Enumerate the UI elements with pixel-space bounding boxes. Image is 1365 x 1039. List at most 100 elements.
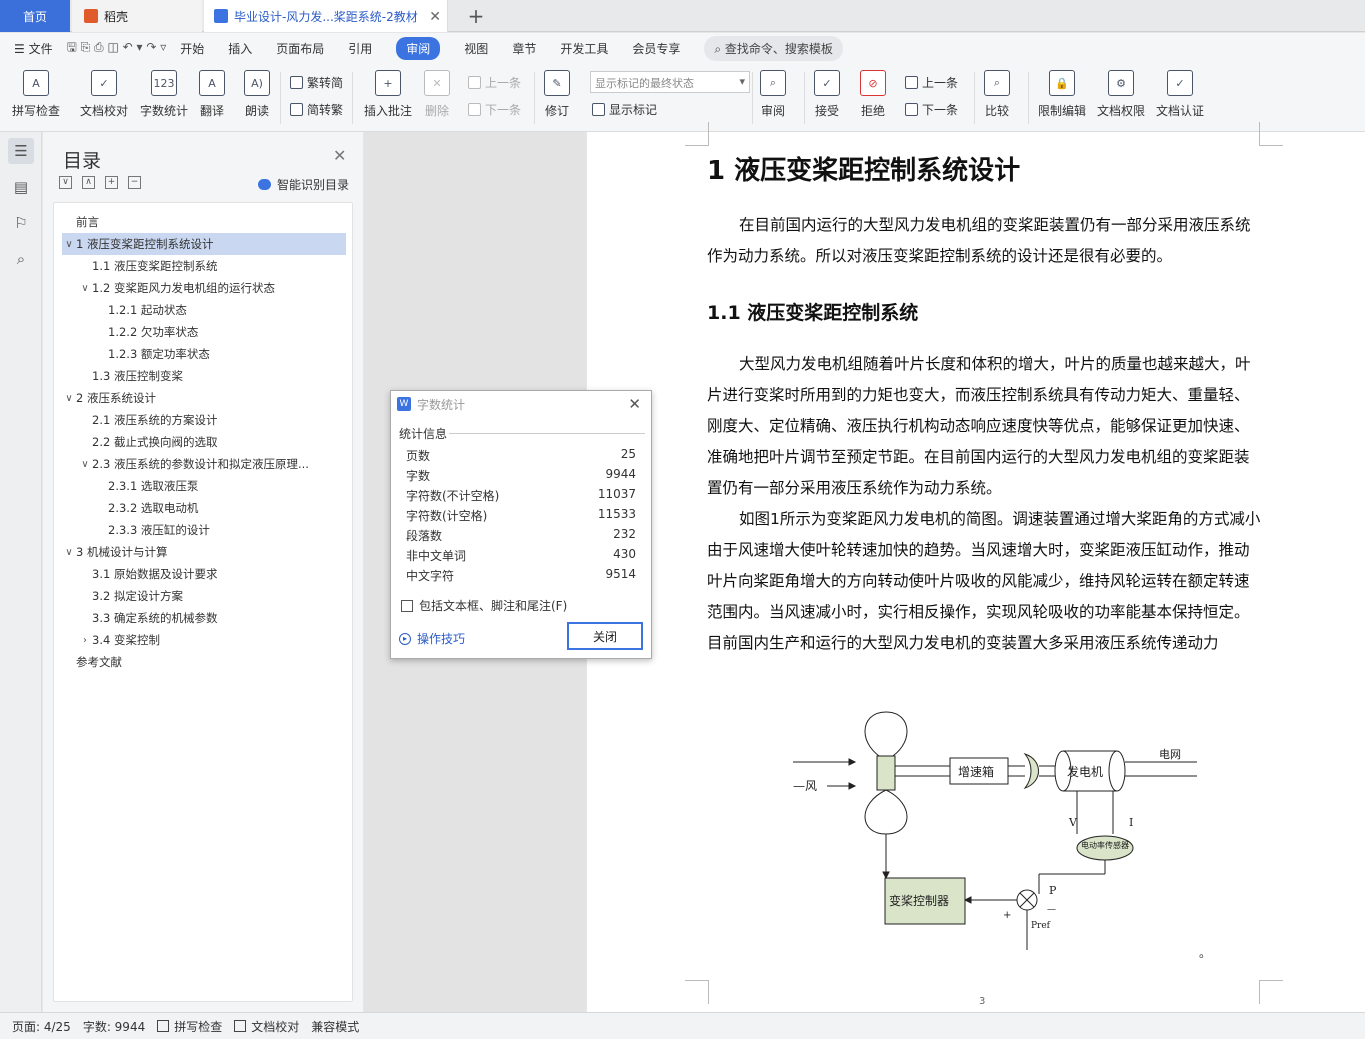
toc-item[interactable]: ∨ 3 机械设计与计算 bbox=[62, 541, 346, 563]
trad-to-simp-button[interactable]: 繁转简 bbox=[290, 74, 343, 91]
ribbon-separator bbox=[352, 72, 353, 124]
menu-review[interactable]: 审阅 bbox=[396, 37, 441, 60]
toc-item-label: 1 液压变桨距控制系统设计 bbox=[76, 237, 214, 251]
toc-item[interactable]: ∨ 1.2 变桨距风力发电机组的运行状态 bbox=[62, 277, 346, 299]
quick-access-toolbar[interactable]: 🖫 ⎘ ⎙ ◫ ↶ ▾ ↷ ▿ bbox=[67, 38, 167, 59]
p-label: P bbox=[1049, 884, 1057, 897]
read-aloud-icon: A) bbox=[244, 70, 270, 96]
mark-state-select[interactable]: 显示标记的最终状态 bbox=[590, 71, 750, 93]
chevron-icon[interactable]: ∨ bbox=[62, 239, 76, 250]
chevron-icon[interactable]: ∨ bbox=[78, 283, 92, 294]
close-icon[interactable]: ✕ bbox=[333, 146, 346, 165]
toc-item[interactable]: 1.2.2 欠功率状态 bbox=[62, 321, 346, 343]
delete-comment-button[interactable]: ✕ 删除 bbox=[424, 70, 450, 119]
toc-item[interactable]: 2.1 液压系统的方案设计 bbox=[62, 409, 346, 431]
toc-item[interactable]: ∨ 2.3 液压系统的参数设计和拟定液压原理... bbox=[62, 453, 346, 475]
toc-item[interactable]: 1.1 液压变桨距控制系统 bbox=[62, 255, 346, 277]
toc-item[interactable]: 1.2.1 起动状态 bbox=[62, 299, 346, 321]
page-corner-mark bbox=[685, 980, 709, 1004]
simp-to-trad-button[interactable]: 简转繁 bbox=[290, 101, 343, 118]
chevron-icon[interactable]: ∨ bbox=[78, 459, 92, 470]
insert-comment-button[interactable]: + 插入批注 bbox=[364, 70, 412, 119]
close-button[interactable]: 关闭 bbox=[567, 622, 643, 650]
file-menu[interactable]: ☰ 文件 bbox=[14, 40, 53, 57]
menu-developer[interactable]: 开发工具 bbox=[560, 40, 608, 57]
toc-item[interactable]: 3.3 确定系统的机械参数 bbox=[62, 607, 346, 629]
spell-check-status[interactable]: 拼写检查 bbox=[157, 1018, 222, 1035]
ribbon-separator bbox=[804, 72, 805, 124]
remove-heading-icon[interactable]: − bbox=[128, 176, 141, 189]
tab-daoke[interactable]: 稻壳 bbox=[72, 0, 202, 32]
reject-button[interactable]: ⊘ 拒绝 bbox=[860, 70, 886, 119]
restrict-edit-button[interactable]: 🔒 限制编辑 bbox=[1038, 70, 1086, 119]
chevron-icon[interactable]: › bbox=[78, 635, 92, 646]
expand-all-icon[interactable]: ∧ bbox=[82, 176, 95, 189]
chapter-nav-icon[interactable]: ▤ bbox=[8, 174, 34, 200]
prev-comment-button[interactable]: 上一条 bbox=[468, 74, 521, 91]
revise-button[interactable]: ✎ 修订 bbox=[544, 70, 570, 119]
stat-value: 11037 bbox=[597, 487, 636, 501]
bookmark-icon[interactable]: ⚐ bbox=[8, 210, 34, 236]
menu-reference[interactable]: 引用 bbox=[348, 40, 372, 57]
toc-item[interactable]: 1.3 液压控制变桨 bbox=[62, 365, 346, 387]
toc-item[interactable]: 2.3.2 选取电动机 bbox=[62, 497, 346, 519]
menu-member[interactable]: 会员专享 bbox=[632, 40, 680, 57]
search-icon: ⌕ bbox=[714, 42, 725, 56]
menu-start[interactable]: 开始 bbox=[180, 40, 204, 57]
document-page[interactable]: 1 液压变桨距控制系统设计 在目前国内运行的大型风力发电机组的变桨距装置仍有一部… bbox=[587, 122, 1365, 1012]
stat-row: 非中文单词 430 bbox=[406, 547, 636, 564]
show-marks-button[interactable]: 显示标记 bbox=[592, 101, 657, 118]
toc-item[interactable]: 3.2 拟定设计方案 bbox=[62, 585, 346, 607]
new-tab-button[interactable]: + bbox=[458, 0, 494, 32]
toc-item-label: 1.2.3 额定功率状态 bbox=[108, 347, 210, 361]
chevron-icon[interactable]: ∨ bbox=[62, 393, 76, 404]
chevron-icon[interactable]: ∨ bbox=[62, 547, 76, 558]
toc-item[interactable]: 2.3.1 选取液压泵 bbox=[62, 475, 346, 497]
toc-item[interactable]: 2.3.3 液压缸的设计 bbox=[62, 519, 346, 541]
doc-proof-button[interactable]: ✓ 文档校对 bbox=[80, 70, 128, 119]
tips-link[interactable]: ▸ 操作技巧 bbox=[399, 630, 465, 647]
word-count-indicator[interactable]: 字数: 9944 bbox=[83, 1018, 145, 1035]
next-comment-button[interactable]: 下一条 bbox=[468, 101, 521, 118]
next-change-button[interactable]: 下一条 bbox=[905, 101, 958, 118]
include-textbox-checkbox[interactable]: 包括文本框、脚注和尾注(F) bbox=[401, 597, 567, 614]
toc-item[interactable]: 1.2.3 额定功率状态 bbox=[62, 343, 346, 365]
menu-view[interactable]: 视图 bbox=[464, 40, 488, 57]
translate-button[interactable]: A 翻译 bbox=[199, 70, 225, 119]
stat-value: 9514 bbox=[605, 567, 636, 581]
command-search[interactable]: ⌕ 查找命令、搜索模板 bbox=[704, 36, 843, 61]
review-pane-button[interactable]: ⌕ 审阅 bbox=[760, 70, 786, 119]
compare-button[interactable]: ⌕ 比较 bbox=[984, 70, 1010, 119]
comment-icon: + bbox=[375, 70, 401, 96]
toc-item[interactable]: 3.1 原始数据及设计要求 bbox=[62, 563, 346, 585]
spell-check-button[interactable]: A 拼写检查 bbox=[12, 70, 60, 119]
accept-button[interactable]: ✓ 接受 bbox=[814, 70, 840, 119]
toc-item[interactable]: ∨ 1 液压变桨距控制系统设计 bbox=[62, 233, 346, 255]
doc-permission-button[interactable]: ⚙ 文档权限 bbox=[1097, 70, 1145, 119]
menu-insert[interactable]: 插入 bbox=[228, 40, 252, 57]
toc-item[interactable]: › 3.4 变桨控制 bbox=[62, 629, 346, 651]
toc-nav-icon[interactable]: ☰ bbox=[8, 138, 34, 164]
collapse-all-icon[interactable]: ∨ bbox=[59, 176, 72, 189]
doc-certify-button[interactable]: ✓ 文档认证 bbox=[1156, 70, 1204, 119]
tab-document[interactable]: 毕业设计-风力发...桨距系统-2教材 ✕ bbox=[204, 0, 448, 32]
menu-page-layout[interactable]: 页面布局 bbox=[276, 40, 324, 57]
menu-chapter[interactable]: 章节 bbox=[512, 40, 536, 57]
word-count-button[interactable]: 123 字数统计 bbox=[140, 70, 188, 119]
tab-home[interactable]: 首页 bbox=[0, 0, 70, 32]
prev-change-button[interactable]: 上一条 bbox=[905, 74, 958, 91]
smart-toc-button[interactable]: 智能识别目录 bbox=[258, 176, 349, 193]
page-indicator[interactable]: 页面: 4/25 bbox=[12, 1018, 71, 1035]
read-aloud-button[interactable]: A) 朗读 bbox=[244, 70, 270, 119]
checkbox-box[interactable] bbox=[401, 599, 413, 612]
toc-item[interactable]: 2.2 截止式换向阀的选取 bbox=[62, 431, 346, 453]
close-tab-icon[interactable]: ✕ bbox=[429, 9, 441, 25]
dialog-title-bar: W 字数统计 bbox=[391, 391, 651, 417]
search-icon[interactable]: ⌕ bbox=[8, 246, 34, 272]
toc-item[interactable]: ∨ 2 液压系统设计 bbox=[62, 387, 346, 409]
add-heading-icon[interactable]: + bbox=[105, 176, 118, 189]
close-icon[interactable]: ✕ bbox=[628, 395, 641, 413]
toc-item[interactable]: 参考文献 bbox=[62, 651, 346, 673]
doc-proof-status[interactable]: 文档校对 bbox=[234, 1018, 299, 1035]
toc-item[interactable]: 前言 bbox=[62, 211, 346, 233]
